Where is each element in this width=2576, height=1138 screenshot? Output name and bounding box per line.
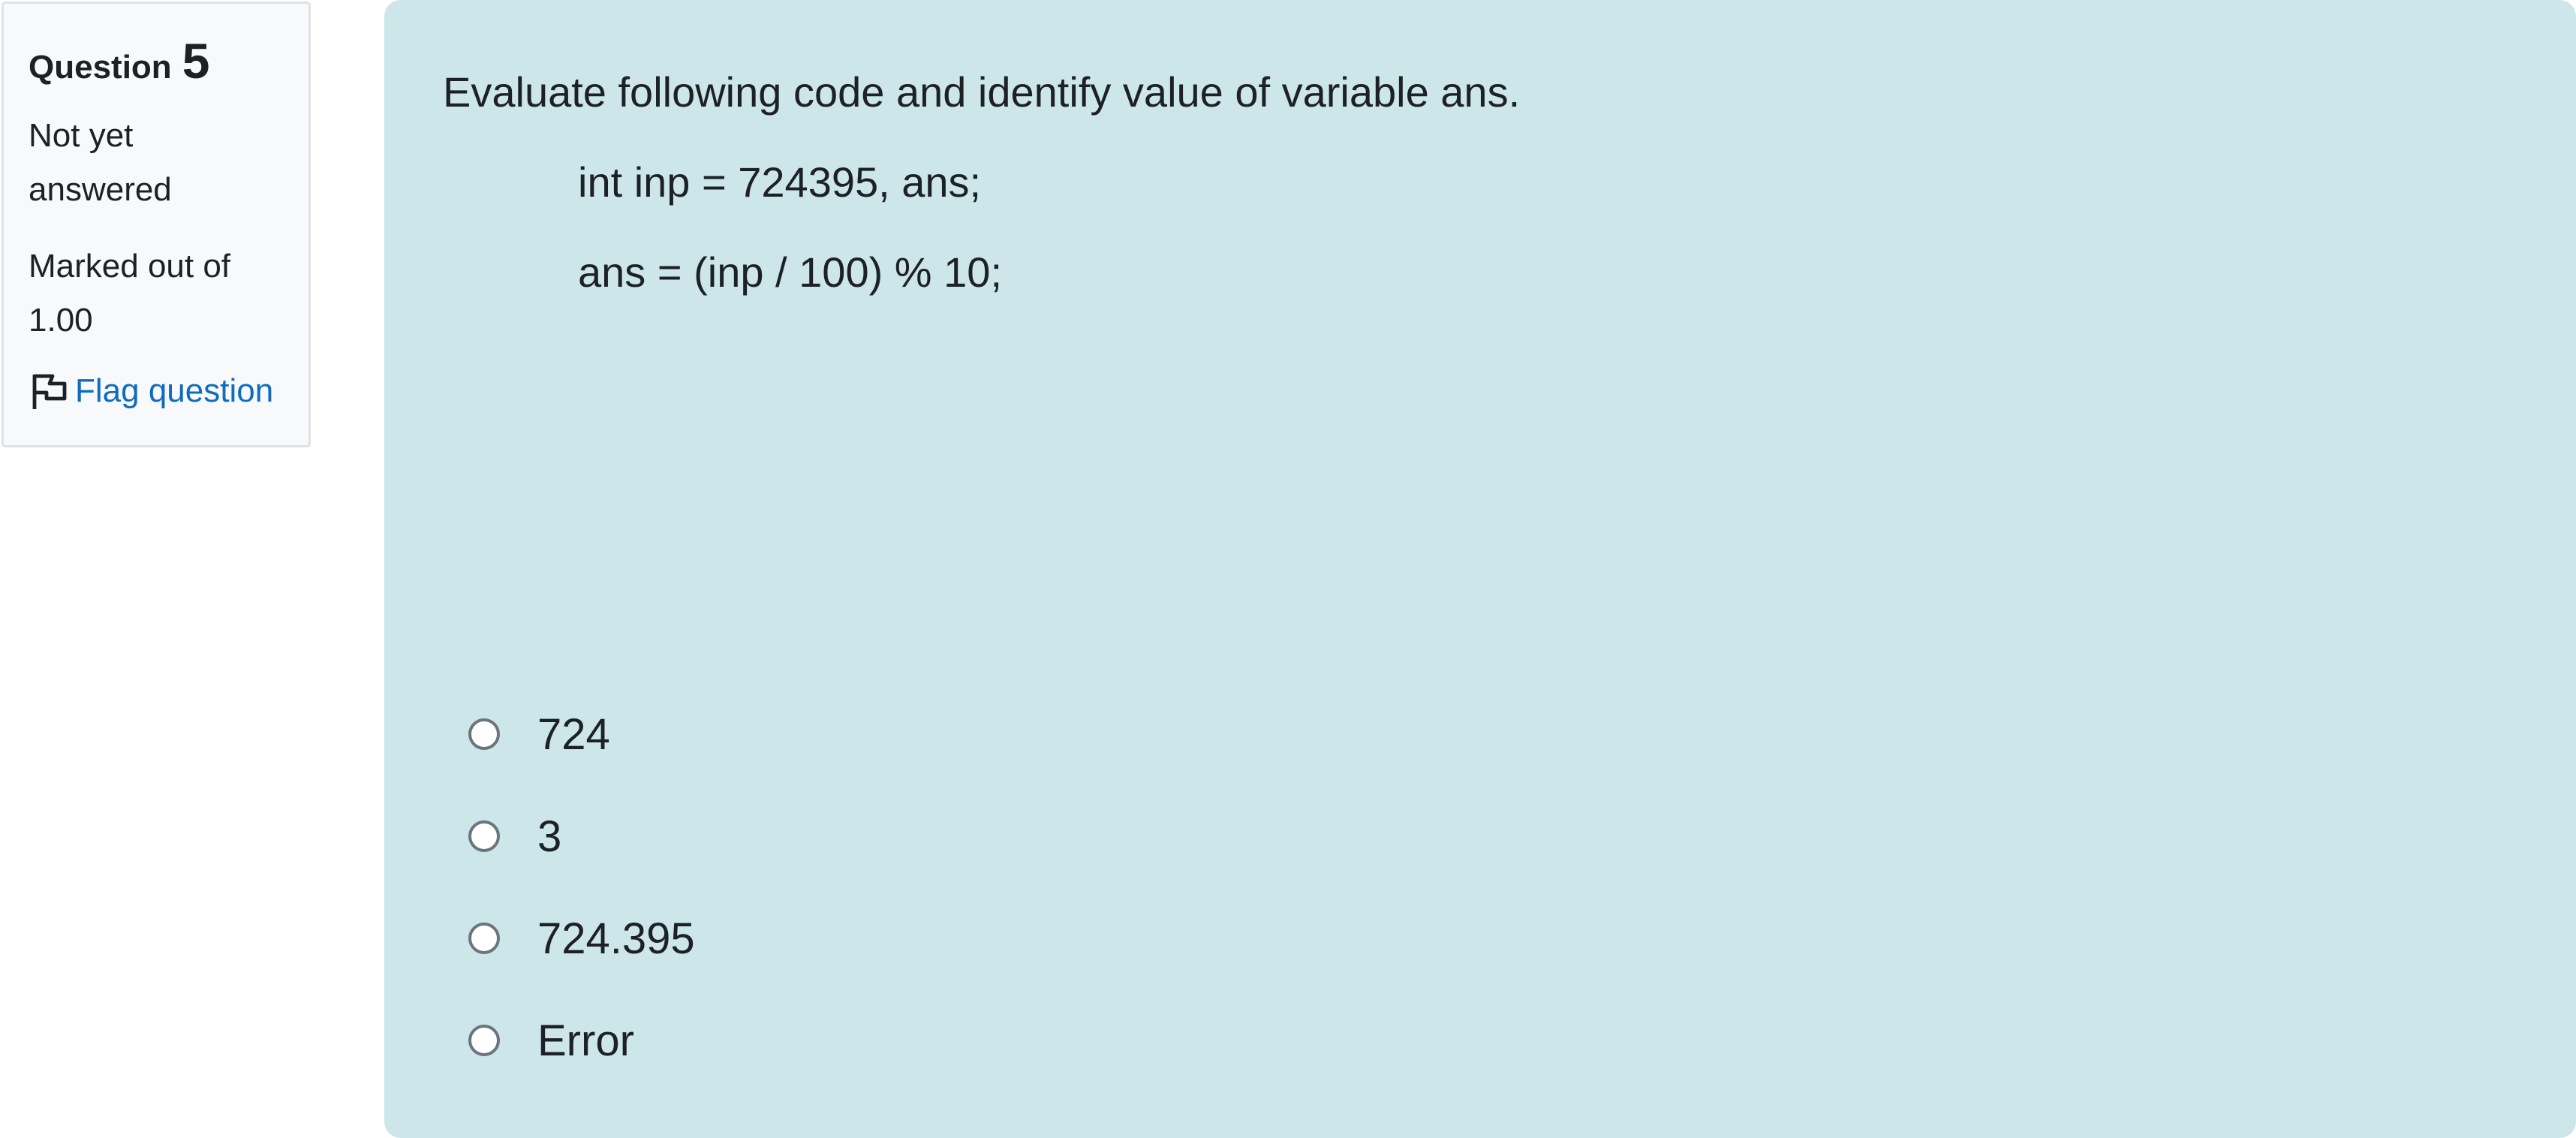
grade-info: Marked out of 1.00 — [29, 248, 231, 339]
answer-option-3[interactable]: 3 — [468, 785, 695, 887]
question-info-panel: Question 5 Not yet answered Marked out o… — [2, 2, 311, 447]
question-number-heading: Question 5 — [29, 32, 284, 89]
answer-option-label: 3 — [537, 811, 562, 861]
answer-option-error[interactable]: Error — [468, 989, 695, 1091]
answer-option-724[interactable]: 724 — [468, 683, 695, 785]
answer-option-724-395[interactable]: 724.395 — [468, 887, 695, 989]
answer-option-label: 724 — [537, 709, 610, 759]
flag-question-label: Flag question — [75, 372, 274, 409]
question-number: 5 — [182, 33, 210, 89]
radio-button[interactable] — [468, 820, 500, 852]
code-line: int inp = 724395, ans; — [578, 158, 982, 206]
radio-button[interactable] — [468, 923, 500, 954]
answer-options: 724 3 724.395 Error — [468, 683, 695, 1091]
code-line: ans = (inp / 100) % 10; — [578, 248, 1003, 296]
flag-question-link[interactable]: Flag question — [29, 370, 284, 412]
answer-option-label: Error — [537, 1016, 634, 1065]
radio-button[interactable] — [468, 1025, 500, 1056]
answer-option-label: 724.395 — [537, 914, 695, 963]
radio-button[interactable] — [468, 718, 500, 750]
question-content: Evaluate following code and identify val… — [384, 0, 2576, 1138]
flag-icon — [29, 370, 71, 412]
question-label: Question — [29, 49, 172, 86]
answer-state: Not yet answered — [29, 117, 172, 208]
question-text: Evaluate following code and identify val… — [443, 68, 1521, 116]
